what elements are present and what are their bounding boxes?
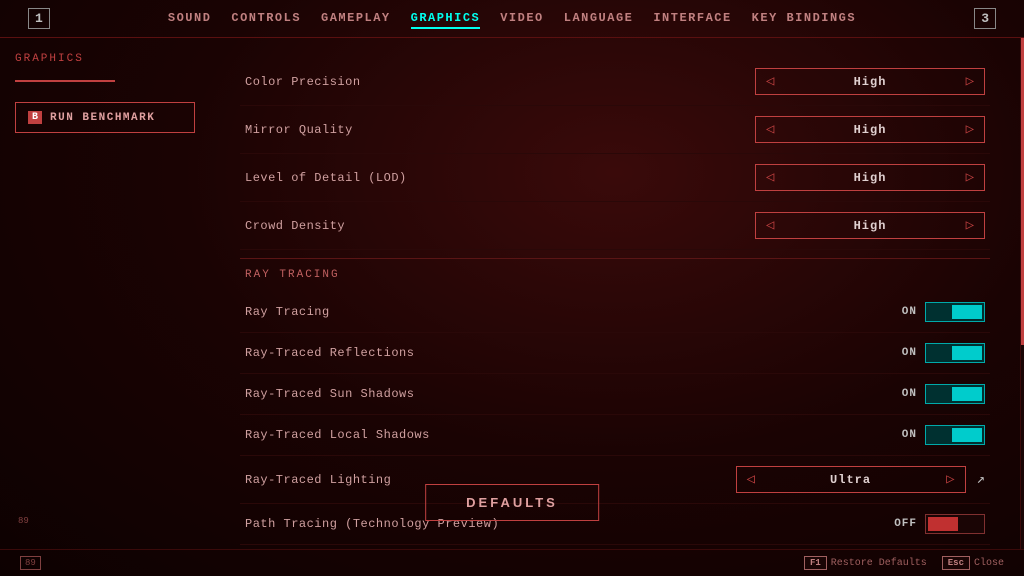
nav-bracket-left: 1 — [28, 8, 50, 29]
restore-key-badge: F1 — [804, 556, 827, 570]
restore-defaults-hint[interactable]: F1 Restore Defaults — [804, 556, 927, 570]
ray-reflections-state-label: ON — [892, 347, 917, 359]
setting-row-ray-reflections: Ray-Traced Reflections ON — [240, 333, 990, 374]
color-precision-label: Color Precision — [245, 75, 361, 89]
lod-arrow-right[interactable]: ▷ — [956, 165, 984, 190]
ray-reflections-label: Ray-Traced Reflections — [245, 346, 414, 360]
mirror-quality-value: High — [784, 119, 955, 141]
ray-sun-shadows-toggle[interactable] — [925, 384, 985, 404]
ray-local-shadows-toggle[interactable] — [925, 425, 985, 445]
nav-item-controls[interactable]: Controls — [231, 9, 301, 29]
sidebar-title: Graphics — [15, 53, 195, 65]
ray-tracing-label: Ray Tracing — [245, 305, 330, 319]
ray-tracing-section: Ray Tracing — [240, 258, 990, 287]
color-precision-arrow-left[interactable]: ◁ — [756, 69, 784, 94]
ray-sun-shadows-toggle-container: ON — [892, 384, 985, 404]
bottom-left: 89 — [20, 556, 41, 570]
bottom-right: F1 Restore Defaults Esc Close — [804, 556, 1004, 570]
content-area: Graphics B Run Benchmark Color Precision… — [0, 38, 1024, 549]
crowd-density-selector[interactable]: ◁ High ▷ — [755, 212, 985, 239]
setting-row-crowd-density: Crowd Density ◁ High ▷ — [240, 202, 990, 250]
ray-sun-shadows-state-label: ON — [892, 388, 917, 400]
page-number-display: 89 — [20, 556, 41, 570]
crowd-density-arrow-right[interactable]: ▷ — [956, 213, 984, 238]
top-nav: 1 Sound Controls Gameplay Graphics Video… — [0, 0, 1024, 38]
sidebar: Graphics B Run Benchmark — [0, 38, 210, 549]
ray-lighting-value: Ultra — [765, 469, 936, 491]
ray-tracing-toggle[interactable] — [925, 302, 985, 322]
nav-item-sound[interactable]: Sound — [168, 9, 212, 29]
crowd-density-value: High — [784, 215, 955, 237]
lod-selector[interactable]: ◁ High ▷ — [755, 164, 985, 191]
ray-lighting-label: Ray-Traced Lighting — [245, 473, 391, 487]
ray-reflections-toggle[interactable] — [925, 343, 985, 363]
setting-row-mirror-quality: Mirror Quality ◁ High ▷ — [240, 106, 990, 154]
ray-reflections-toggle-container: ON — [892, 343, 985, 363]
mirror-quality-label: Mirror Quality — [245, 123, 353, 137]
nav-item-language[interactable]: Language — [564, 9, 634, 29]
ray-tracing-state-label: ON — [892, 306, 917, 318]
color-precision-arrow-right[interactable]: ▷ — [956, 69, 984, 94]
color-precision-value: High — [784, 71, 955, 93]
restore-defaults-label: Restore Defaults — [831, 558, 927, 569]
benchmark-label: Run Benchmark — [50, 112, 155, 124]
close-label: Close — [974, 558, 1004, 569]
crowd-density-label: Crowd Density — [245, 219, 345, 233]
benchmark-key: B — [28, 111, 42, 124]
mirror-quality-selector[interactable]: ◁ High ▷ — [755, 116, 985, 143]
path-tracing-toggle[interactable] — [925, 514, 985, 534]
defaults-button[interactable]: DEFAULTS — [425, 484, 599, 521]
sidebar-line — [15, 80, 115, 82]
setting-row-ray-tracing: Ray Tracing ON — [240, 292, 990, 333]
nav-item-gameplay[interactable]: Gameplay — [321, 9, 391, 29]
nav-item-keybindings[interactable]: Key Bindings — [752, 9, 856, 29]
nav-item-interface[interactable]: Interface — [653, 9, 731, 29]
benchmark-button[interactable]: B Run Benchmark — [15, 102, 195, 133]
nav-item-video[interactable]: Video — [500, 9, 544, 29]
path-tracing-state-label: OFF — [892, 518, 917, 530]
setting-row-lod: Level of Detail (LOD) ◁ High ▷ — [240, 154, 990, 202]
ray-tracing-toggle-container: ON — [892, 302, 985, 322]
nav-item-graphics[interactable]: Graphics — [411, 9, 481, 29]
ray-local-shadows-label: Ray-Traced Local Shadows — [245, 428, 430, 442]
setting-row-path-tracing: Path Tracing (Technology Preview) OFF — [240, 504, 990, 545]
lod-label: Level of Detail (LOD) — [245, 171, 407, 185]
nav-bracket-right: 3 — [974, 8, 996, 29]
page-number: 89 — [18, 516, 29, 526]
ray-lighting-arrow-right[interactable]: ▷ — [936, 467, 964, 492]
color-precision-selector[interactable]: ◁ High ▷ — [755, 68, 985, 95]
bottom-bar: 89 F1 Restore Defaults Esc Close — [0, 549, 1024, 576]
setting-row-ray-lighting: Ray-Traced Lighting ◁ Ultra ▷ ↗ — [240, 456, 990, 504]
mirror-quality-arrow-left[interactable]: ◁ — [756, 117, 784, 142]
ray-lighting-arrow-left[interactable]: ◁ — [737, 467, 765, 492]
ray-local-shadows-state-label: ON — [892, 429, 917, 441]
settings-panel: Color Precision ◁ High ▷ Mirror Quality … — [210, 38, 1020, 549]
ray-local-shadows-toggle-container: ON — [892, 425, 985, 445]
mirror-quality-arrow-right[interactable]: ▷ — [956, 117, 984, 142]
close-hint[interactable]: Esc Close — [942, 556, 1004, 570]
close-key-badge: Esc — [942, 556, 970, 570]
lod-value: High — [784, 167, 955, 189]
main-container: 1 Sound Controls Gameplay Graphics Video… — [0, 0, 1024, 576]
nav-items: Sound Controls Gameplay Graphics Video L… — [58, 9, 966, 29]
cursor-icon: ↗ — [977, 471, 985, 488]
ray-sun-shadows-label: Ray-Traced Sun Shadows — [245, 387, 414, 401]
lod-arrow-left[interactable]: ◁ — [756, 165, 784, 190]
setting-row-color-precision: Color Precision ◁ High ▷ — [240, 58, 990, 106]
scroll-track[interactable] — [1020, 38, 1024, 549]
ray-tracing-title: Ray Tracing — [245, 269, 340, 281]
ray-lighting-selector[interactable]: ◁ Ultra ▷ — [736, 466, 966, 493]
defaults-button-container: DEFAULTS — [425, 484, 599, 521]
setting-row-ray-sun-shadows: Ray-Traced Sun Shadows ON — [240, 374, 990, 415]
crowd-density-arrow-left[interactable]: ◁ — [756, 213, 784, 238]
path-tracing-toggle-container: OFF — [892, 514, 985, 534]
setting-row-ray-local-shadows: Ray-Traced Local Shadows ON — [240, 415, 990, 456]
